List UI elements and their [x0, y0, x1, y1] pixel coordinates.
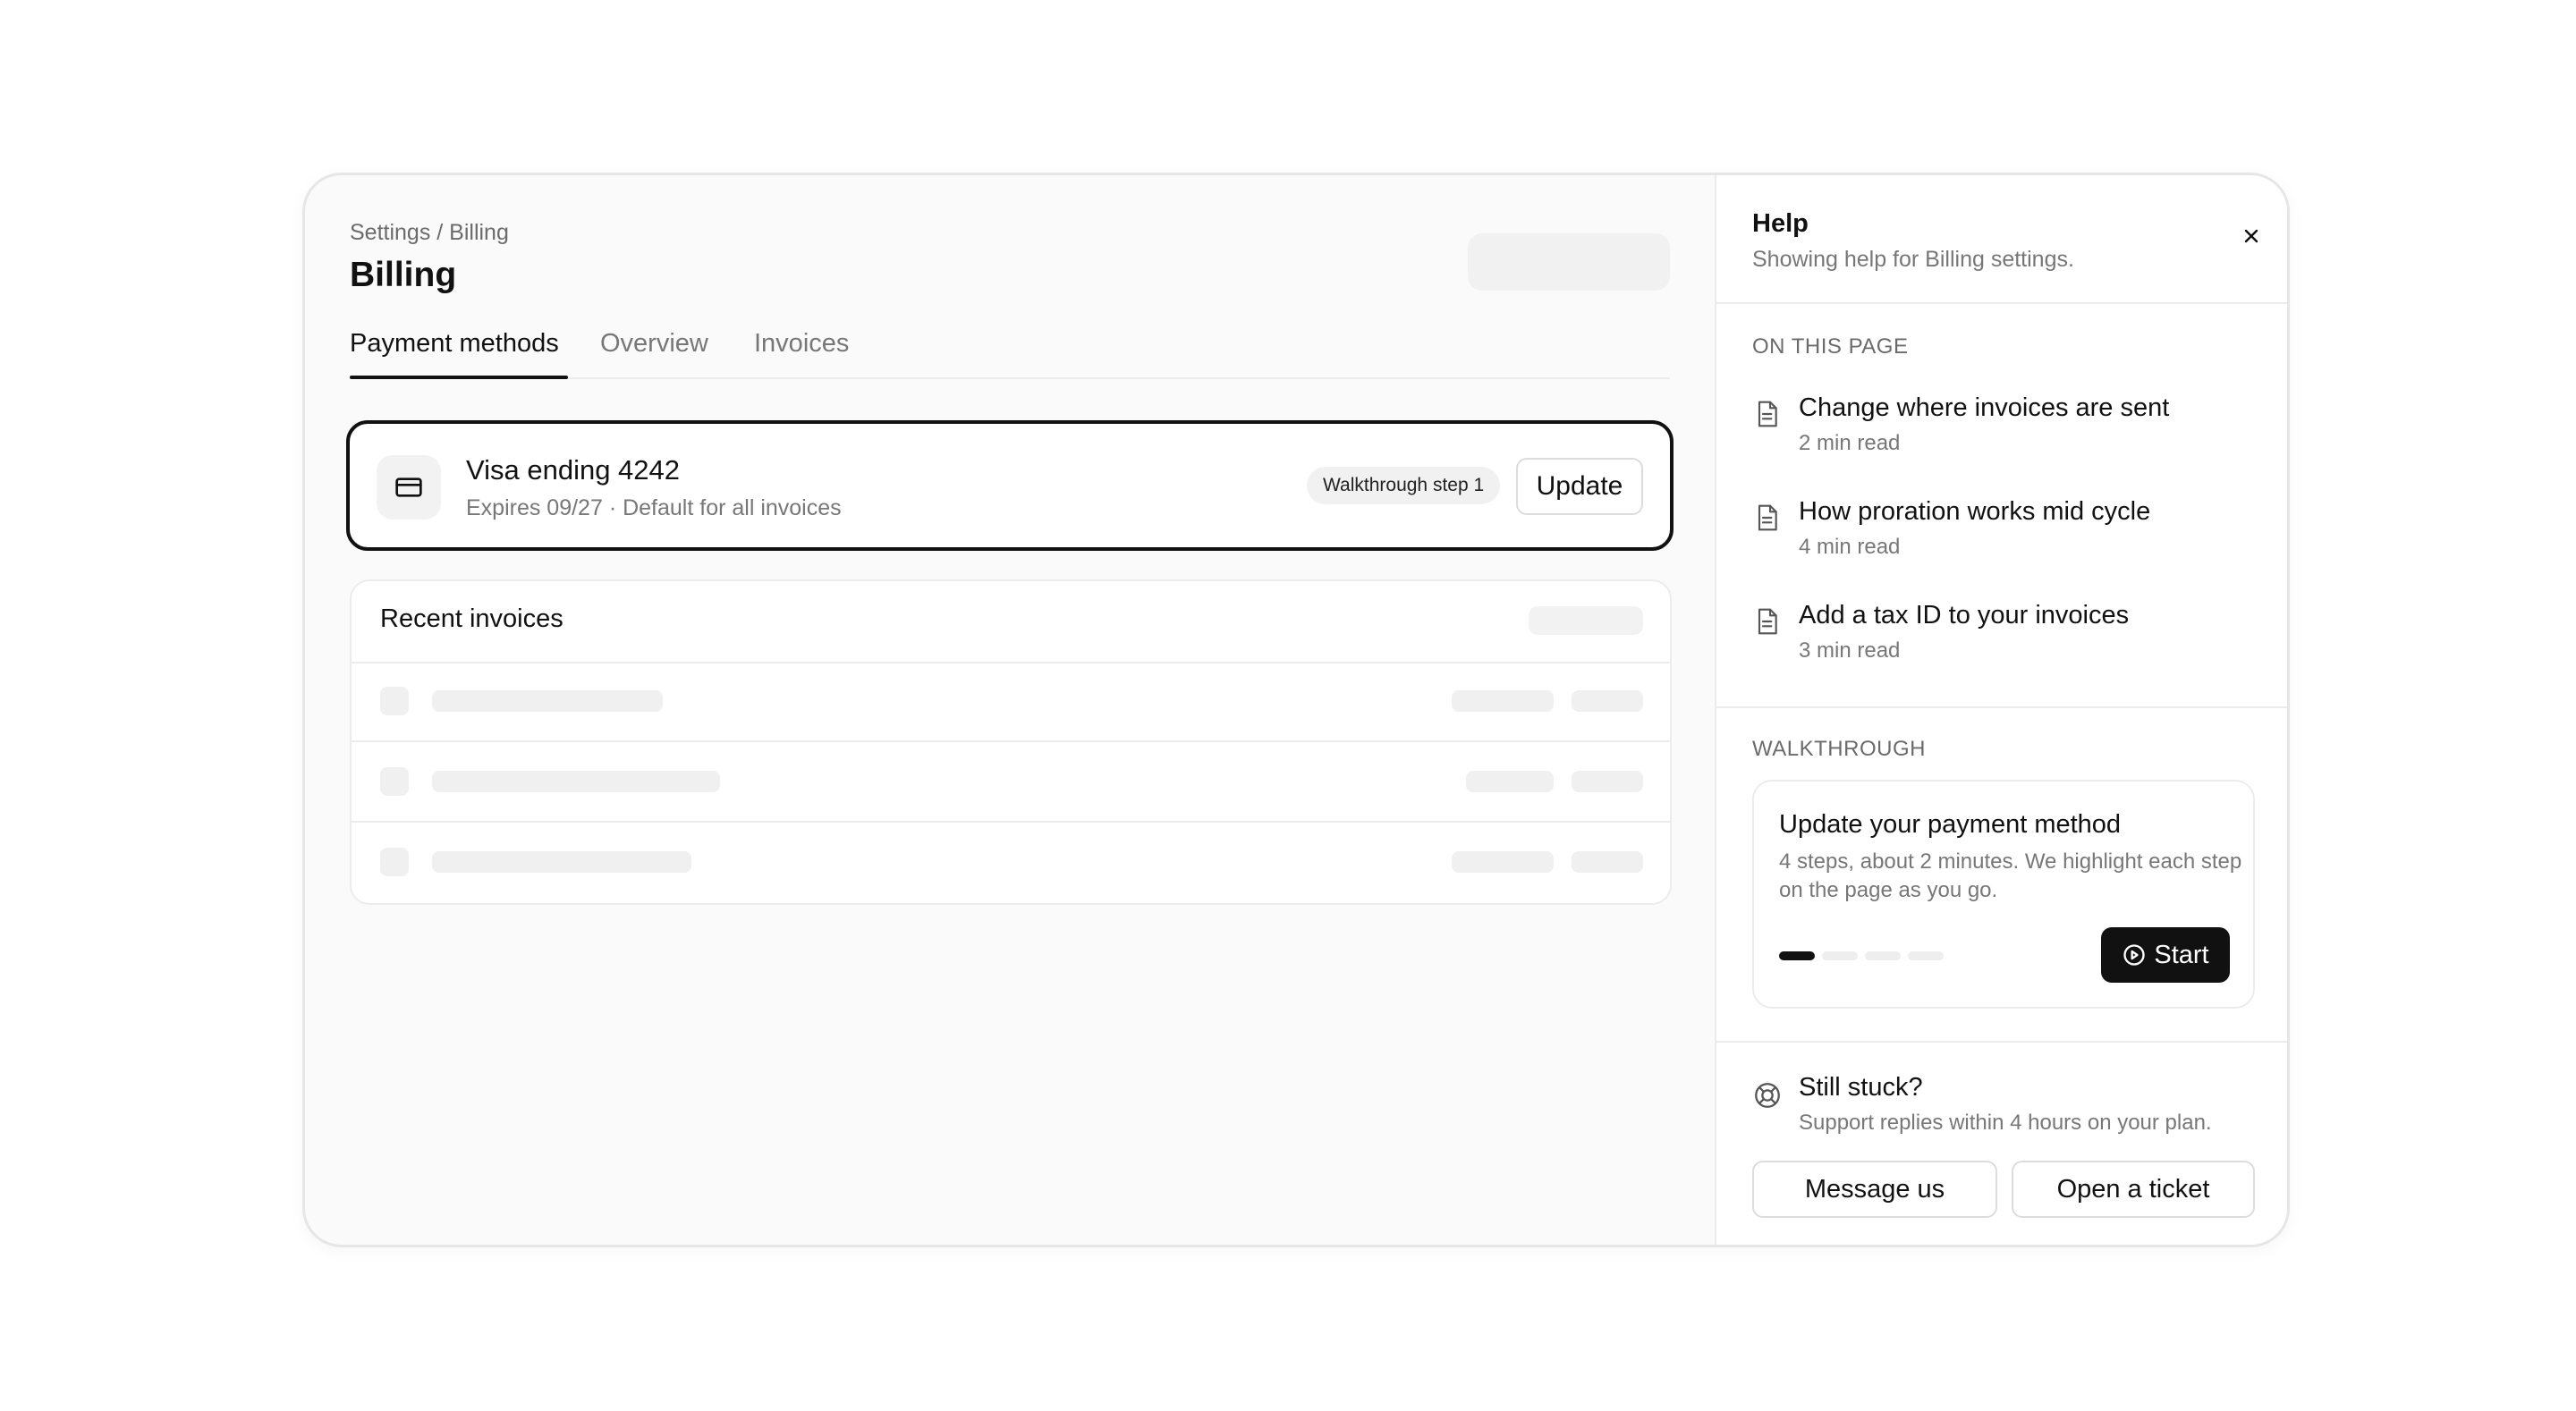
invoice-row-skeleton	[352, 742, 1670, 823]
row-amount-skeleton	[1572, 771, 1643, 792]
walkthrough-card: Update your payment method 4 steps, abou…	[1752, 780, 2255, 1009]
row-icon-skeleton	[380, 848, 409, 876]
row-icon-skeleton	[380, 767, 409, 796]
open-ticket-button[interactable]: Open a ticket	[2012, 1161, 2255, 1218]
help-title: Help	[1752, 209, 1809, 238]
row-amount-skeleton	[1572, 851, 1643, 873]
row-date-skeleton	[1452, 851, 1554, 873]
walkthrough-label: WALKTHROUGH	[1752, 737, 1926, 761]
article-read-time: 4 min read	[1799, 535, 1901, 559]
article-title: Change where invoices are sent	[1799, 393, 2170, 422]
divider	[1716, 302, 2287, 304]
play-circle-icon	[2122, 942, 2147, 967]
document-icon	[1752, 606, 1781, 641]
invoice-row-skeleton	[352, 823, 1670, 903]
help-subtitle: Showing help for Billing settings.	[1752, 247, 2074, 272]
card-title: Visa ending 4242	[466, 454, 681, 486]
walkthrough-progress	[1779, 951, 1944, 960]
help-panel: Help Showing help for Billing settings. …	[1715, 175, 2287, 1245]
active-tab-indicator	[350, 376, 568, 379]
message-us-button[interactable]: Message us	[1752, 1161, 1997, 1218]
progress-step-4	[1908, 951, 1944, 960]
start-label: Start	[2154, 940, 2209, 969]
header-skeleton	[1529, 606, 1643, 635]
article-read-time: 3 min read	[1799, 638, 1901, 663]
header-action-skeleton	[1468, 233, 1670, 291]
divider	[1716, 1041, 2287, 1043]
row-amount-skeleton	[1572, 690, 1643, 712]
recent-invoices-header: Recent invoices	[352, 581, 1670, 663]
document-icon	[1752, 399, 1781, 434]
article-title: Add a tax ID to your invoices	[1799, 601, 2130, 629]
still-stuck-subtitle: Support replies within 4 hours on your p…	[1799, 1111, 2212, 1135]
article-read-time: 2 min read	[1799, 431, 1901, 455]
card-subtitle: Expires 09/27 · Default for all invoices	[466, 495, 842, 520]
close-icon[interactable]	[2228, 213, 2275, 259]
progress-step-1	[1779, 951, 1815, 960]
row-text-skeleton	[432, 771, 720, 792]
row-date-skeleton	[1466, 771, 1554, 792]
article-title: How proration works mid cycle	[1799, 497, 2151, 526]
row-date-skeleton	[1452, 690, 1554, 712]
row-text-skeleton	[432, 851, 691, 873]
walkthrough-step-badge: Walkthrough step 1	[1307, 467, 1501, 504]
still-stuck-title: Still stuck?	[1799, 1073, 1923, 1102]
walkthrough-description: 4 steps, about 2 minutes. We highlight e…	[1779, 849, 2242, 902]
payment-method-card: Visa ending 4242 Expires 09/27 · Default…	[346, 420, 1674, 551]
billing-main: Settings / Billing Billing Payment metho…	[305, 175, 1715, 1245]
walkthrough-title: Update your payment method	[1779, 810, 2122, 839]
tab-bar: Payment methods Overview Invoices	[350, 325, 1670, 379]
page-title: Billing	[350, 256, 457, 294]
progress-step-3	[1865, 951, 1901, 960]
row-icon-skeleton	[380, 687, 409, 715]
help-article-tax-id[interactable]: Add a tax ID to your invoices 3 min read	[1752, 601, 2253, 672]
tab-invoices[interactable]: Invoices	[754, 329, 849, 359]
app-window: Settings / Billing Billing Payment metho…	[302, 173, 2290, 1247]
recent-invoices-card: Recent invoices	[350, 579, 1672, 905]
breadcrumb: Settings / Billing	[350, 220, 509, 245]
divider	[1716, 706, 2287, 708]
progress-step-2	[1822, 951, 1858, 960]
lifebuoy-icon	[1752, 1080, 1783, 1115]
on-this-page-label: ON THIS PAGE	[1752, 334, 1909, 359]
help-article-proration[interactable]: How proration works mid cycle 4 min read	[1752, 497, 2253, 569]
row-text-skeleton	[432, 690, 663, 712]
document-icon	[1752, 503, 1781, 537]
start-walkthrough-button[interactable]: Start	[2101, 927, 2230, 983]
update-button[interactable]: Update	[1516, 458, 1643, 515]
invoice-row-skeleton	[352, 662, 1670, 742]
tab-overview[interactable]: Overview	[600, 329, 708, 359]
help-article-change-invoice-recipient[interactable]: Change where invoices are sent 2 min rea…	[1752, 393, 2253, 465]
tab-payment-methods[interactable]: Payment methods	[350, 329, 559, 359]
credit-card-icon	[377, 455, 441, 520]
recent-invoices-title: Recent invoices	[380, 604, 564, 633]
